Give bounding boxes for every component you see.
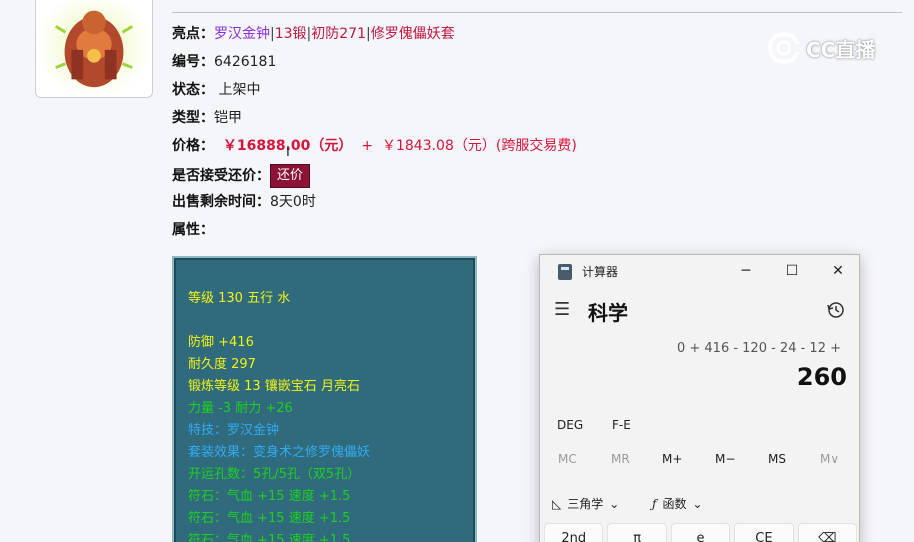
highlights-row: 亮点：罗汉金钟|13锻|初防271|修罗傀儡妖套: [172, 24, 455, 44]
price-plus: +: [361, 138, 374, 154]
counter-offer-button[interactable]: 还价: [270, 164, 311, 188]
type-row: 类型：铠甲: [172, 108, 242, 128]
calculator-titlebar: 计算器: [558, 263, 618, 280]
attributes-label: 属性：: [172, 222, 214, 238]
type-value: 铠甲: [214, 110, 242, 126]
divider-line: [172, 12, 902, 13]
clear-entry-key[interactable]: CE: [734, 523, 794, 542]
hamburger-menu-icon[interactable]: ☰: [554, 299, 570, 320]
attr-line: 符石：气血 +15 速度 +1.5: [188, 511, 351, 526]
attr-line: 力量 -3 耐力 +26: [188, 401, 293, 416]
attr-line: 锻炼等级 13 镶嵌宝石 月亮石: [188, 379, 360, 394]
type-label: 类型：: [172, 110, 214, 126]
watermark-text: CC直播: [806, 37, 876, 62]
price-row: 价格： ￥16888.00（元） + ￥1843.08（元）(跨服交易费): [172, 136, 577, 156]
calculator-app-icon: [558, 263, 572, 280]
chevron-down-icon: ⌄: [692, 496, 703, 511]
status-label: 状态：: [172, 82, 214, 98]
cc-logo-icon: [768, 32, 800, 64]
highlight-skill: 罗汉金钟: [214, 26, 270, 42]
status-value: 上架中: [218, 82, 261, 98]
triangle-ruler-icon: ◺: [552, 496, 562, 511]
function-icon: ƒ: [652, 496, 657, 511]
time-left-value: 8天0时: [270, 194, 316, 210]
attr-spacer: [188, 310, 475, 332]
attr-line: 符石：气血 +15 速度 +1.5: [188, 489, 351, 504]
id-label: 编号：: [172, 54, 214, 70]
close-icon[interactable]: ✕: [824, 261, 852, 281]
memory-list-button[interactable]: M∨: [820, 452, 839, 466]
ms-button[interactable]: MS: [768, 452, 786, 466]
counter-offer-row: 是否接受还价： 还价: [172, 164, 311, 188]
highlights-label: 亮点：: [172, 26, 214, 42]
highlight-forge: 13锻: [274, 26, 307, 42]
pi-key[interactable]: π: [607, 523, 667, 542]
time-left-label: 出售剩余时间：: [172, 194, 270, 210]
mr-button[interactable]: MR: [611, 452, 630, 466]
attr-line: 耐久度 297: [188, 357, 256, 372]
attr-line: 符石：气血 +15 速度 +1.5: [188, 533, 351, 542]
trigonometry-label: 三角学: [567, 497, 604, 511]
price-label: 价格：: [172, 138, 214, 154]
calculator-mode-title: 科学: [588, 301, 628, 325]
status-row: 状态： 上架中: [172, 80, 260, 100]
cc-live-watermark: CC直播: [766, 30, 875, 66]
deg-button[interactable]: DEG: [557, 418, 583, 432]
maximize-icon[interactable]: ☐: [778, 261, 806, 281]
e-key[interactable]: e: [670, 523, 731, 542]
attr-line: 特技：罗汉金钟: [188, 423, 280, 438]
calculator-window: 计算器 ─ ☐ ✕ ☰ 科学 0 + 416 - 120 - 24 - 12 +…: [539, 254, 860, 542]
backspace-key[interactable]: ⌫: [797, 523, 858, 542]
mc-button[interactable]: MC: [558, 452, 577, 466]
m-plus-button[interactable]: M+: [662, 452, 682, 466]
function-label: 函数: [662, 497, 687, 511]
fe-button[interactable]: F-E: [612, 418, 631, 432]
time-left-row: 出售剩余时间：8天0时: [172, 192, 316, 212]
chevron-down-icon: ⌄: [609, 496, 620, 511]
text-cursor-icon: I: [286, 145, 290, 160]
minimize-icon[interactable]: ─: [732, 261, 760, 281]
calculator-title: 计算器: [582, 265, 619, 279]
armor-item-image: [36, 0, 152, 97]
fee-value: ￥1843.08（元）(跨服交易费): [381, 138, 577, 154]
trigonometry-dropdown[interactable]: ◺ 三角学 ⌄: [552, 495, 619, 512]
attr-line: 套装效果：变身术之修罗傀儡妖: [188, 445, 371, 460]
attr-line: 防御 +416: [188, 335, 254, 350]
item-thumbnail[interactable]: [35, 0, 153, 98]
second-function-key[interactable]: 2nd: [544, 523, 604, 542]
calculator-expression: 0 + 416 - 120 - 24 - 12 +: [676, 341, 841, 356]
attr-line: 等级 130 五行 水: [188, 291, 291, 306]
key-row: 2nd π e CE ⌫: [544, 523, 858, 542]
calculator-result: 260: [796, 363, 847, 391]
m-minus-button[interactable]: M−: [715, 452, 735, 466]
id-value: 6426181: [214, 54, 277, 70]
id-row: 编号：6426181: [172, 52, 276, 72]
attributes-row: 属性：: [172, 220, 214, 240]
attributes-panel: 等级 130 五行 水 防御 +416 耐久度 297 锻炼等级 13 镶嵌宝石…: [172, 256, 477, 542]
function-dropdown[interactable]: ƒ 函数 ⌄: [652, 495, 703, 512]
history-icon[interactable]: [825, 299, 847, 321]
attr-line: 开运孔数：5孔/5孔（双5孔）: [188, 467, 361, 482]
highlight-defense: 初防271: [311, 26, 366, 42]
counter-offer-label: 是否接受还价：: [172, 168, 270, 184]
highlight-set: 修罗傀儡妖套: [370, 26, 455, 42]
